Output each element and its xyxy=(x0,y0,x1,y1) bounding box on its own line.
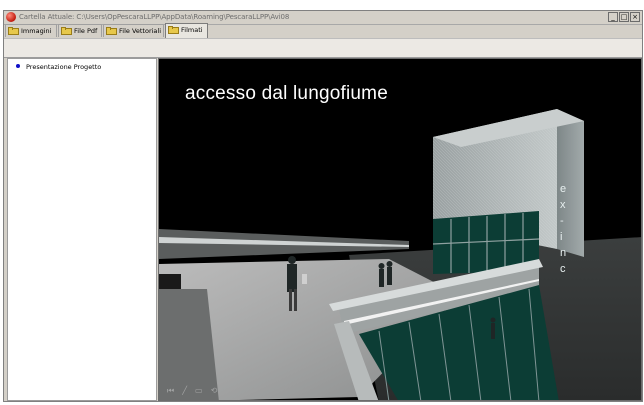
player-controls: ⏮ ╱ ▭ ⟲ xyxy=(167,386,217,396)
tab-file-vettoriali[interactable]: File Vettoriali xyxy=(103,24,164,37)
list-item[interactable]: Presentazione Progetto xyxy=(16,63,101,71)
close-button[interactable]: × xyxy=(630,12,640,22)
sign-letter: n xyxy=(560,247,567,259)
rewind-icon[interactable]: ⏮ xyxy=(167,386,174,396)
sign-letter: i xyxy=(560,231,563,243)
folder-icon xyxy=(61,27,72,35)
scene-render xyxy=(159,59,641,400)
screen-icon[interactable]: ▭ xyxy=(195,386,203,396)
tab-file-pdf[interactable]: File Pdf xyxy=(58,24,102,37)
tab-immagini[interactable]: Immagini xyxy=(5,24,57,37)
replay-icon[interactable]: ⟲ xyxy=(211,386,218,396)
list-item-label: Presentazione Progetto xyxy=(26,63,102,71)
bullet-icon xyxy=(16,64,20,68)
tab-filmati[interactable]: Filmati xyxy=(165,23,208,38)
maximize-button[interactable]: □ xyxy=(619,12,629,22)
tab-label: Filmati xyxy=(181,26,203,34)
window-title: Cartella Attuale: C:\Users\OpPescaraLLPP… xyxy=(19,13,290,21)
folder-icon xyxy=(168,26,179,34)
app-icon xyxy=(6,12,16,22)
video-viewer[interactable]: accesso dal lungofiume e x - i n c ⏮ ╱ ▭… xyxy=(158,58,642,401)
title-bar[interactable]: Cartella Attuale: C:\Users\OpPescaraLLPP… xyxy=(4,11,642,25)
file-list-panel[interactable]: Presentazione Progetto xyxy=(7,58,157,401)
sign-letter: x xyxy=(560,199,566,211)
tab-label: Immagini xyxy=(21,27,52,35)
pencil-icon[interactable]: ╱ xyxy=(182,386,187,396)
application-window: Cartella Attuale: C:\Users\OpPescaraLLPP… xyxy=(3,10,643,402)
sign-letter: - xyxy=(560,215,564,227)
folder-icon xyxy=(106,27,117,35)
tab-label: File Vettoriali xyxy=(119,27,162,35)
sign-letter: c xyxy=(560,263,566,275)
tab-strip: Immagini File Pdf File Vettoriali Filmat… xyxy=(4,23,642,38)
window-controls: _ □ × xyxy=(608,12,640,22)
sign-letter: e xyxy=(560,183,567,195)
tab-label: File Pdf xyxy=(74,27,98,35)
minimize-button[interactable]: _ xyxy=(608,12,618,22)
folder-icon xyxy=(8,27,19,35)
scene-caption: accesso dal lungofiume xyxy=(185,83,388,104)
toolbar-area xyxy=(4,38,642,58)
